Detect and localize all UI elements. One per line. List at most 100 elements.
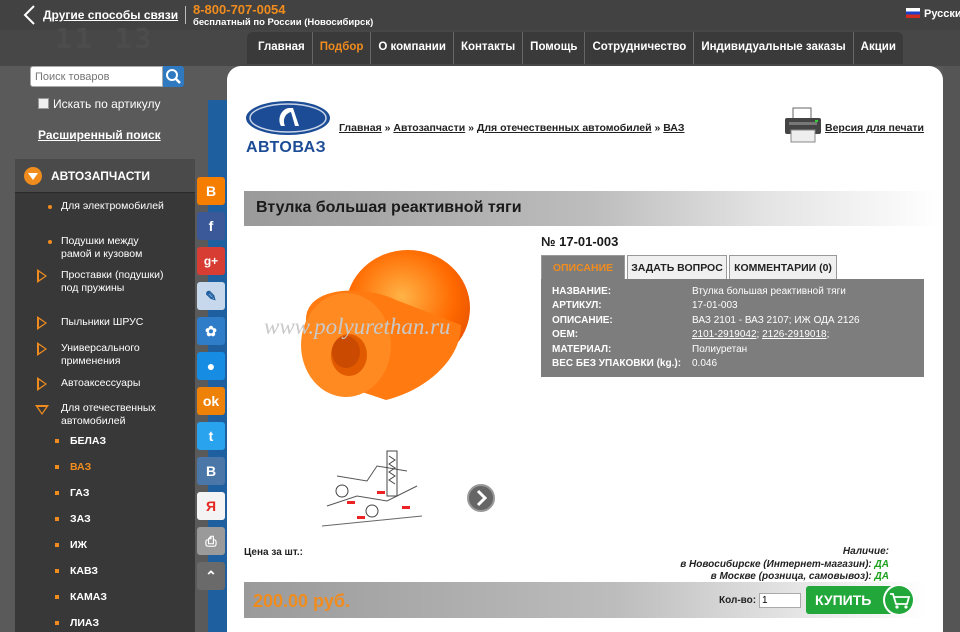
nav-cooperation[interactable]: Сотрудничество [584, 32, 693, 64]
menu-item-electric[interactable]: Для электромобилей [61, 200, 181, 213]
buy-button-label[interactable]: КУПИТЬ [815, 592, 871, 608]
tab-ask-question[interactable]: ЗАДАТЬ ВОПРОС [627, 255, 727, 279]
chevron-right-icon [476, 489, 488, 507]
google-plus-icon[interactable]: g+ [197, 247, 225, 275]
photo-watermark: www.polyurethan.ru [264, 314, 451, 339]
quantity-label: Кол-во: [719, 595, 757, 606]
spec-label: ВЕС БЕЗ УПАКОВКИ (kg.): [552, 358, 682, 369]
blogger-icon[interactable]: B [197, 177, 225, 205]
vkontakte-icon[interactable]: B [197, 457, 225, 485]
yandex-icon[interactable]: Я [197, 492, 225, 520]
availability-location: в Новосибирске (Интернет-магазин): [680, 558, 872, 570]
next-image-button[interactable] [467, 484, 495, 512]
bullet-icon [48, 240, 52, 244]
nav-help[interactable]: Помощь [522, 32, 584, 64]
subitem-zaz[interactable]: ЗАЗ [70, 513, 91, 525]
bullet-icon [48, 205, 52, 209]
spec-label: OEM: [552, 329, 579, 340]
price-bar: 200.00 руб. Кол-во: КУПИТЬ [244, 582, 926, 618]
spec-value: ВАЗ 2101 - ВАЗ 2107; ИЖ ОДА 2126 [692, 315, 860, 326]
nav-custom-orders[interactable]: Индивидуальные заказы [693, 32, 852, 64]
printer-icon[interactable] [781, 106, 825, 144]
scroll-top-icon[interactable]: ⌃ [197, 562, 225, 590]
subitem-belaz[interactable]: БЕЛАЗ [70, 435, 106, 447]
subitem-izh[interactable]: ИЖ [70, 539, 87, 551]
menu-item-domestic-cars[interactable]: Для отечественных автомобилей [61, 402, 181, 427]
livejournal-icon[interactable]: ✎ [197, 282, 225, 310]
other-contacts-link[interactable]: Другие способы связи [43, 8, 178, 22]
subitem-vaz[interactable]: ВАЗ [70, 461, 91, 473]
menu-item-cv-boots[interactable]: Пыльники ШРУС [61, 316, 181, 329]
product-title-bar: Втулка большая реактивной тяги [244, 191, 942, 226]
availability-status: ДА [874, 558, 889, 570]
bullet-icon [55, 465, 59, 469]
avtovaz-logo-icon[interactable] [245, 99, 331, 137]
breadcrumb: Главная » Автозапчасти » Для отечественн… [339, 122, 685, 134]
nav-promotions[interactable]: Акции [852, 32, 903, 64]
search-button[interactable] [163, 66, 184, 87]
nav-contacts[interactable]: Контакты [452, 32, 522, 64]
facebook-icon[interactable]: f [197, 212, 225, 240]
article-search-checkbox[interactable]: Искать по артикулу [38, 97, 161, 111]
oem-link[interactable]: 2126-2919018 [762, 329, 827, 340]
availability-location: в Москве (розница, самовывоз): [710, 571, 872, 582]
price: 200.00 руб. [253, 591, 350, 611]
odnoklassniki-icon[interactable]: ok [197, 387, 225, 415]
subitem-kamaz[interactable]: КАМАЗ [70, 591, 107, 603]
bullet-icon [55, 517, 59, 521]
quantity-input[interactable] [759, 593, 801, 608]
menu-item-universal[interactable]: Универсального применения [61, 342, 171, 367]
breadcrumb-vaz[interactable]: ВАЗ [663, 122, 684, 134]
spec-value: 17-01-003 [692, 300, 738, 311]
nav-about[interactable]: О компании [370, 32, 453, 64]
divider [185, 6, 186, 24]
subitem-kavz[interactable]: КАВЗ [70, 565, 98, 577]
availability-status: ДА [874, 571, 889, 582]
nav-home[interactable]: Главная [247, 32, 312, 64]
chevron-left-icon[interactable] [22, 5, 38, 25]
bullet-icon [55, 439, 59, 443]
bullet-icon [55, 491, 59, 495]
phone-number[interactable]: 8-800-707-0054 [193, 2, 286, 17]
availability-row: в Новосибирске (Интернет-магазин): ДА [680, 559, 889, 572]
menu-item-accessories[interactable]: Автоаксессуары [61, 377, 181, 390]
catalog-heading[interactable]: АВТОЗАПЧАСТИ [15, 159, 195, 193]
subitem-gaz[interactable]: ГАЗ [70, 487, 89, 499]
twitter-icon[interactable]: t [197, 422, 225, 450]
breadcrumb-domestic[interactable]: Для отечественных автомобилей [477, 122, 652, 134]
triangle-right-icon [37, 377, 47, 391]
moi-mir-icon[interactable]: ● [197, 352, 225, 380]
print-version-link[interactable]: Версия для печати [825, 122, 924, 134]
print-icon[interactable]: ⎙ [197, 527, 225, 555]
subitem-liaz[interactable]: ЛИАЗ [70, 617, 99, 629]
advanced-search-link[interactable]: Расширенный поиск [38, 128, 161, 142]
suspension-diagram-thumbnail[interactable] [317, 446, 429, 538]
breadcrumb-home[interactable]: Главная [339, 122, 382, 134]
triangle-right-icon [37, 316, 47, 330]
brand-name: АВТОВАЗ [246, 139, 327, 156]
search-icon [166, 69, 181, 84]
spec-label: НАЗВАНИЕ: [552, 286, 612, 297]
bullet-icon [55, 543, 59, 547]
menu-item-body-mounts[interactable]: Подушки между рамой и кузовом [61, 235, 171, 260]
menu-item-spring-spacers[interactable]: Проставки (подушки) под пружины [61, 269, 171, 294]
tab-comments[interactable]: КОММЕНТАРИИ (0) [729, 255, 837, 279]
russian-flag-icon [906, 8, 920, 18]
liveinternet-icon[interactable]: ✿ [197, 317, 225, 345]
triangle-right-icon [37, 269, 47, 283]
phone-caption: бесплатный по России (Новосибирск) [193, 17, 374, 28]
spec-label: АРТИКУЛ: [552, 300, 602, 311]
spec-value: Полиуретан [692, 344, 748, 355]
breadcrumb-autoparts[interactable]: Автозапчасти [393, 122, 465, 134]
right-edge [943, 66, 960, 632]
bullet-icon [55, 569, 59, 573]
tab-description[interactable]: ОПИСАНИЕ [541, 255, 625, 279]
checkbox-box[interactable] [38, 98, 49, 109]
main-content: АВТОВАЗ Главная » Автозапчасти » Для оте… [227, 66, 943, 632]
search-input[interactable] [30, 66, 163, 87]
oem-link[interactable]: 2101-2919042 [692, 329, 757, 340]
nav-selection[interactable]: Подбор [311, 32, 371, 64]
spec-value-oem: 2101-2919042; 2126-2919018; [692, 329, 830, 340]
language-selector[interactable]: Русский [906, 8, 960, 20]
availability-info: Наличие: в Новосибирске (Интернет-магази… [680, 546, 889, 584]
